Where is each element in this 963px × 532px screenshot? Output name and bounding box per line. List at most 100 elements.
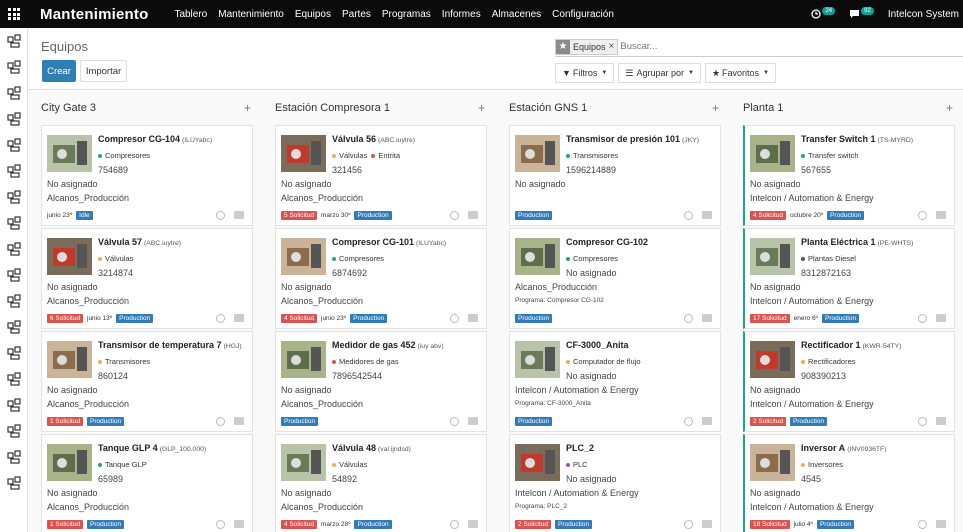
equipment-name[interactable]: CF-3000_Anita <box>566 340 629 350</box>
equipment-card[interactable]: Válvula 48 (val ijndsd) Válvulas 54892 No as… <box>275 434 487 532</box>
camera-icon[interactable] <box>468 417 478 425</box>
column-title[interactable]: Estación GNS 1 <box>509 102 587 114</box>
gear-wrench-icon[interactable] <box>0 262 28 288</box>
equipment-card[interactable]: Tanque GLP 4 (GLP_100.000) Tanque GLP 65989… <box>41 434 253 532</box>
clock-icon[interactable] <box>918 211 927 220</box>
stamp-icon[interactable] <box>0 470 28 496</box>
search-facet[interactable]: ★ Equipos × <box>555 38 619 55</box>
clock-icon[interactable] <box>684 314 693 323</box>
equipment-name-text[interactable]: PLC_2 <box>566 443 594 453</box>
clock-icon[interactable] <box>450 417 459 426</box>
equipment-name[interactable]: Válvula 57 (ABC.iuytre) <box>98 237 181 247</box>
equipment-name-text[interactable]: Compresor CG-101 <box>332 237 414 247</box>
add-card-icon[interactable]: + <box>946 101 953 115</box>
camera-icon[interactable] <box>936 314 946 322</box>
camera-icon[interactable] <box>702 520 712 528</box>
camera-icon[interactable] <box>702 417 712 425</box>
clock-icon[interactable] <box>450 520 459 529</box>
equipment-name-text[interactable]: Válvula 56 <box>332 134 376 144</box>
filters-dropdown[interactable]: ▼ Filtros ▼ <box>555 63 615 83</box>
camera-icon[interactable] <box>234 211 244 219</box>
messages-icon[interactable]: 92 <box>849 7 874 19</box>
flow-icon[interactable] <box>0 444 28 470</box>
requests-badge[interactable]: 2 Solicitud <box>515 520 551 529</box>
menu-item[interactable]: Configuración <box>552 9 614 20</box>
equipment-name-text[interactable]: Válvula 57 <box>98 237 142 247</box>
camera-icon[interactable] <box>468 520 478 528</box>
menu-item[interactable]: Partes <box>342 9 371 20</box>
camera-icon[interactable] <box>468 211 478 219</box>
clock-icon[interactable] <box>918 314 927 323</box>
search-input[interactable] <box>620 41 921 52</box>
equipment-card[interactable]: Transmisor de presión 101 (JKY) Transmisor… <box>509 125 721 226</box>
equipment-name-text[interactable]: Tanque GLP 4 <box>98 443 158 453</box>
requests-badge[interactable]: 4 Solicitud <box>750 211 786 220</box>
clock-icon[interactable] <box>216 211 225 220</box>
clock-icon[interactable] <box>918 417 927 426</box>
factory-icon[interactable] <box>0 54 28 80</box>
requests-badge[interactable]: 1 Solicitud <box>47 520 83 529</box>
camera-icon[interactable] <box>234 314 244 322</box>
equipment-name[interactable]: Tanque GLP 4 (GLP_100.000) <box>98 443 206 453</box>
equipment-name[interactable]: Válvula 56 (ABC.iuytre) <box>332 134 415 144</box>
add-card-icon[interactable]: + <box>478 101 485 115</box>
equipment-name-text[interactable]: Válvula 48 <box>332 443 376 453</box>
remove-facet-icon[interactable]: × <box>609 41 618 52</box>
people-icon[interactable] <box>0 106 28 132</box>
chart-search-icon[interactable] <box>0 288 28 314</box>
transport-icon[interactable] <box>0 340 28 366</box>
column-title[interactable]: Estación Compresora 1 <box>275 102 390 114</box>
sitemap-icon[interactable] <box>0 418 28 444</box>
camera-icon[interactable] <box>234 417 244 425</box>
equipment-name[interactable]: Compresor CG-101 (ILUYabc) <box>332 237 446 247</box>
group-by-dropdown[interactable]: ☰ Agrupar por ▼ <box>618 63 701 83</box>
app-title[interactable]: Mantenimiento <box>40 6 148 23</box>
equipment-card[interactable]: Válvula 56 (ABC.iuytre) Válvulas Entrita 321… <box>275 125 487 226</box>
requests-badge[interactable]: 17 Solicitud <box>750 314 790 323</box>
menu-item[interactable]: Mantenimiento <box>218 9 284 20</box>
company-switcher[interactable]: Intelcon System <box>888 9 959 20</box>
menu-item[interactable]: Almacenes <box>492 9 541 20</box>
equipment-name[interactable]: Medidor de gas 452 (iuy abv) <box>332 340 444 350</box>
equipment-name[interactable]: Rectificador 1 (KWR-54TY) <box>801 340 901 350</box>
equipment-card[interactable]: Planta Eléctrica 1 (PE-WHTS) Plantas Diese… <box>743 228 955 329</box>
column-title[interactable]: City Gate 3 <box>41 102 96 114</box>
equipment-name[interactable]: Compresor CG-104 (ILUYabc) <box>98 134 212 144</box>
equipment-card[interactable]: Transfer Switch 1 (TS-MYRD) Transfer switc… <box>743 125 955 226</box>
equipment-name-text[interactable]: Inversor A <box>801 443 845 453</box>
import-button[interactable]: Importar <box>80 60 127 82</box>
menu-item[interactable]: Informes <box>442 9 481 20</box>
equipment-name-text[interactable]: Medidor de gas 452 <box>332 340 416 350</box>
globe-icon[interactable] <box>0 132 28 158</box>
equipment-card[interactable]: Compresor CG-102 Compresores No asignado Al… <box>509 228 721 329</box>
equipment-card[interactable]: PLC_2 PLC No asignado Intelcon / Automation… <box>509 434 721 532</box>
location-icon[interactable] <box>0 314 28 340</box>
equipment-name-text[interactable]: CF-3000_Anita <box>566 340 629 350</box>
clock-icon[interactable] <box>450 314 459 323</box>
apps-menu-icon[interactable] <box>0 0 28 28</box>
camera-icon[interactable] <box>702 211 712 219</box>
equipment-name[interactable]: Transfer Switch 1 (TS-MYRD) <box>801 134 913 144</box>
requests-badge[interactable]: 4 Solicitud <box>281 314 317 323</box>
equipment-name[interactable]: Válvula 48 (val ijndsd) <box>332 443 411 453</box>
settings-icon[interactable] <box>0 392 28 418</box>
equipment-name[interactable]: Planta Eléctrica 1 (PE-WHTS) <box>801 237 913 247</box>
requests-badge[interactable]: 6 Solicitud <box>47 314 83 323</box>
equipment-name-text[interactable]: Compresor CG-102 <box>566 237 648 247</box>
equipment-card[interactable]: Válvula 57 (ABC.iuytre) Válvulas 3214874 No … <box>41 228 253 329</box>
clock-icon[interactable] <box>684 417 693 426</box>
clock-icon[interactable] <box>450 211 459 220</box>
requests-badge[interactable]: 1 Solicitud <box>47 417 83 426</box>
equipment-name[interactable]: PLC_2 <box>566 443 594 453</box>
equipment-card[interactable]: Compresor CG-104 (ILUYabc) Compresores 7546… <box>41 125 253 226</box>
create-button[interactable]: Crear <box>42 60 76 82</box>
equipment-name-text[interactable]: Transmisor de presión 101 <box>566 134 680 144</box>
requests-badge[interactable]: 2 Solicitud <box>750 417 786 426</box>
equipment-icon[interactable] <box>0 80 28 106</box>
clock-icon[interactable] <box>918 520 927 529</box>
hierarchy-icon[interactable] <box>0 158 28 184</box>
camera-icon[interactable] <box>936 520 946 528</box>
requests-badge[interactable]: 4 Solicitud <box>281 520 317 529</box>
camera-icon[interactable] <box>234 520 244 528</box>
equipment-name[interactable]: Transmisor de temperatura 7 (HGJ) <box>98 340 242 350</box>
